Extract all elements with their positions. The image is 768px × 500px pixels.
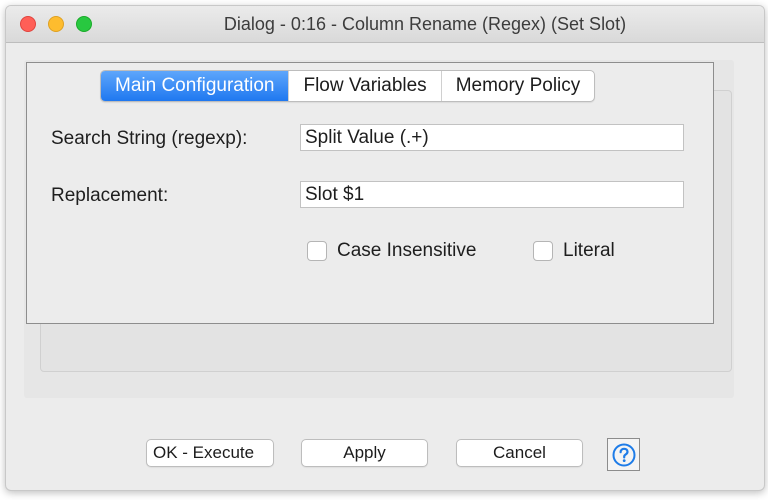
maximize-icon[interactable]: [76, 16, 92, 32]
case-insensitive-checkbox[interactable]: [307, 241, 327, 261]
ok-execute-button[interactable]: OK - Execute: [146, 439, 274, 467]
replacement-input[interactable]: [300, 181, 684, 208]
search-string-input[interactable]: [300, 124, 684, 151]
dialog-window: Dialog - 0:16 - Column Rename (Regex) (S…: [5, 5, 765, 491]
apply-button[interactable]: Apply: [301, 439, 428, 467]
minimize-icon[interactable]: [48, 16, 64, 32]
case-insensitive-label: Case Insensitive: [337, 240, 477, 261]
title-bar[interactable]: Dialog - 0:16 - Column Rename (Regex) (S…: [6, 6, 764, 43]
help-icon: [612, 443, 636, 467]
tab-memory-policy[interactable]: Memory Policy: [442, 71, 595, 101]
literal-option[interactable]: Literal: [533, 240, 615, 262]
window-title: Dialog - 0:16 - Column Rename (Regex) (S…: [223, 14, 627, 34]
tab-main-configuration[interactable]: Main Configuration: [101, 71, 290, 101]
close-icon[interactable]: [20, 16, 36, 32]
cancel-button[interactable]: Cancel: [456, 439, 583, 467]
literal-label: Literal: [563, 240, 615, 261]
tab-flow-variables[interactable]: Flow Variables: [289, 71, 442, 101]
case-insensitive-option[interactable]: Case Insensitive: [307, 240, 476, 262]
literal-checkbox[interactable]: [533, 241, 553, 261]
search-string-label: Search String (regexp):: [51, 128, 248, 149]
help-button[interactable]: [607, 438, 640, 471]
replacement-label: Replacement:: [51, 185, 169, 206]
tab-bar: Main Configuration Flow Variables Memory…: [100, 70, 596, 102]
